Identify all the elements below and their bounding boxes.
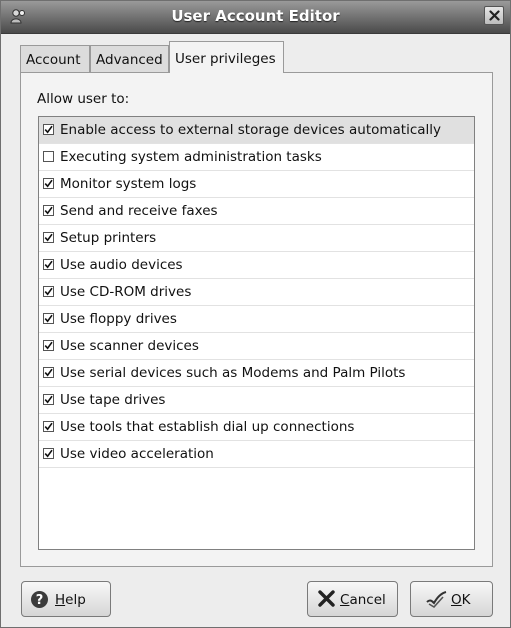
privilege-label: Use CD-ROM drives — [60, 284, 192, 300]
help-label: Help — [55, 592, 86, 608]
check-icon — [44, 395, 53, 404]
check-icon — [44, 341, 53, 350]
checkbox-checked[interactable] — [43, 421, 54, 432]
privilege-row[interactable]: Send and receive faxes — [39, 198, 474, 225]
privilege-label: Use tools that establish dial up connect… — [60, 419, 355, 435]
check-icon — [44, 287, 53, 296]
help-icon: ? — [30, 590, 49, 613]
check-icon — [44, 314, 53, 323]
user-account-editor-window: User Account Editor Account Advanced Use… — [0, 0, 511, 628]
svg-text:?: ? — [36, 593, 44, 608]
privilege-row[interactable]: Use serial devices such as Modems and Pa… — [39, 360, 474, 387]
tab-account-label: Account — [26, 52, 81, 68]
check-icon — [44, 449, 53, 458]
check-icon — [44, 260, 53, 269]
help-button[interactable]: ? Help — [21, 581, 111, 617]
privilege-row[interactable]: Executing system administration tasks — [39, 144, 474, 171]
privilege-label: Monitor system logs — [60, 176, 197, 192]
privilege-label: Setup printers — [60, 230, 157, 246]
cancel-button[interactable]: Cancel — [307, 581, 398, 617]
privilege-row[interactable]: Monitor system logs — [39, 171, 474, 198]
privilege-row[interactable]: Setup printers — [39, 225, 474, 252]
privilege-label: Send and receive faxes — [60, 203, 218, 219]
close-button[interactable] — [484, 6, 504, 25]
privilege-row[interactable]: Use CD-ROM drives — [39, 279, 474, 306]
privilege-label: Use serial devices such as Modems and Pa… — [60, 365, 406, 381]
tab-user-privileges-label: User privileges — [175, 51, 276, 67]
checkbox-checked[interactable] — [43, 313, 54, 324]
privilege-row[interactable]: Use scanner devices — [39, 333, 474, 360]
privilege-label: Enable access to external storage device… — [60, 122, 442, 138]
checkbox-checked[interactable] — [43, 367, 54, 378]
checkbox-checked[interactable] — [43, 394, 54, 405]
privilege-row[interactable]: Use floppy drives — [39, 306, 474, 333]
checkbox-checked[interactable] — [43, 259, 54, 270]
cancel-label: Cancel — [340, 592, 386, 608]
privilege-row[interactable]: Use tape drives — [39, 387, 474, 414]
checkbox-checked[interactable] — [43, 340, 54, 351]
privilege-label: Use tape drives — [60, 392, 166, 408]
tab-account[interactable]: Account — [20, 45, 90, 72]
checkbox-checked[interactable] — [43, 205, 54, 216]
title-bar[interactable]: User Account Editor — [1, 1, 510, 34]
check-icon — [44, 233, 53, 242]
check-icon — [44, 179, 53, 188]
tab-advanced-label: Advanced — [96, 52, 163, 68]
tab-advanced[interactable]: Advanced — [90, 45, 169, 72]
checkbox-unchecked[interactable] — [43, 151, 54, 162]
privilege-row[interactable]: Use video acceleration — [39, 441, 474, 468]
check-icon — [44, 125, 53, 134]
window-title: User Account Editor — [171, 7, 340, 25]
privilege-label: Executing system administration tasks — [60, 149, 322, 165]
privilege-label: Use scanner devices — [60, 338, 199, 354]
check-icon — [44, 368, 53, 377]
privilege-row[interactable]: Enable access to external storage device… — [39, 117, 474, 144]
privilege-row[interactable]: Use audio devices — [39, 252, 474, 279]
check-icon — [44, 206, 53, 215]
cancel-icon — [318, 590, 335, 611]
ok-icon — [425, 590, 447, 613]
privilege-label: Use audio devices — [60, 257, 183, 273]
privilege-label: Use floppy drives — [60, 311, 177, 327]
check-icon — [44, 422, 53, 431]
checkbox-checked[interactable] — [43, 286, 54, 297]
user-privileges-panel: Allow user to: Enable access to external… — [20, 72, 493, 567]
checkbox-checked[interactable] — [43, 232, 54, 243]
tab-user-privileges[interactable]: User privileges — [169, 41, 284, 73]
checkbox-checked[interactable] — [43, 124, 54, 135]
ok-label: OK — [451, 592, 471, 608]
privileges-list[interactable]: Enable access to external storage device… — [38, 116, 475, 550]
checkbox-checked[interactable] — [43, 178, 54, 189]
ok-button[interactable]: OK — [410, 581, 493, 617]
privilege-row[interactable]: Use tools that establish dial up connect… — [39, 414, 474, 441]
close-icon — [489, 10, 500, 21]
checkbox-checked[interactable] — [43, 448, 54, 459]
privilege-label: Use video acceleration — [60, 446, 214, 462]
allow-user-label: Allow user to: — [37, 91, 130, 107]
